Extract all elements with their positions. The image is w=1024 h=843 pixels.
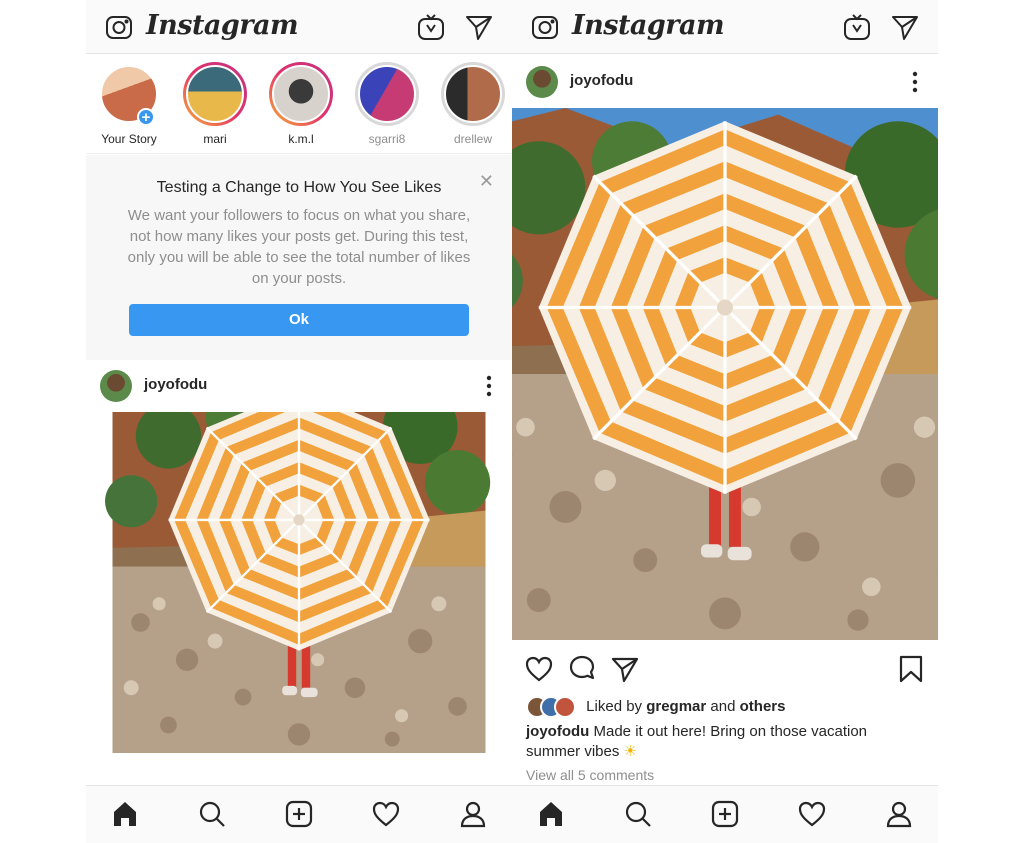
story-name: sgarri8	[368, 132, 406, 146]
direct-message-icon[interactable]	[890, 12, 920, 42]
story-ring	[183, 62, 247, 126]
liker-avatars[interactable]	[526, 696, 576, 718]
story-ring	[269, 62, 333, 126]
notice-body: We want your followers to focus on what …	[127, 207, 471, 287]
story-name: mari	[203, 132, 227, 146]
post-actions	[512, 642, 938, 694]
story-kml[interactable]: k.m.l	[261, 62, 341, 146]
add-post-icon[interactable]	[284, 799, 314, 829]
home-icon[interactable]	[110, 799, 140, 829]
add-story-icon[interactable]: +	[137, 108, 155, 126]
story-name: Your Story	[101, 132, 157, 146]
post-avatar[interactable]	[100, 370, 132, 402]
story-avatar	[272, 65, 330, 123]
heart-icon[interactable]	[524, 654, 554, 684]
liked-by-prefix: Liked by	[586, 697, 643, 715]
comment-icon[interactable]	[567, 654, 597, 684]
liked-by-others[interactable]: others	[740, 698, 786, 715]
bottom-nav	[86, 785, 512, 843]
direct-message-icon[interactable]	[464, 12, 494, 42]
story-name: drellew	[453, 132, 492, 146]
sun-emoji-icon: ☀	[623, 743, 637, 760]
story-sgarri8[interactable]: sgarri8	[347, 62, 427, 146]
story-mari[interactable]: mari	[175, 62, 255, 146]
igtv-icon[interactable]	[416, 12, 446, 42]
story-name: k.m.l	[288, 132, 314, 146]
search-icon[interactable]	[623, 799, 653, 829]
search-icon[interactable]	[197, 799, 227, 829]
caption-username[interactable]: joyofodu	[526, 723, 589, 740]
more-options-icon[interactable]	[912, 70, 918, 94]
activity-heart-icon[interactable]	[797, 799, 827, 829]
camera-icon[interactable]	[530, 12, 560, 42]
likes-test-notice: ✕ Testing a Change to How You See Likes …	[86, 155, 512, 360]
share-icon[interactable]	[610, 654, 640, 684]
close-icon[interactable]: ✕	[479, 171, 494, 192]
story-drellew[interactable]: drellew	[433, 62, 512, 146]
post-photo[interactable]	[512, 108, 938, 640]
camera-icon[interactable]	[104, 12, 134, 42]
post-header: joyofodu	[512, 56, 938, 108]
story-avatar	[444, 65, 502, 123]
bottom-nav	[512, 785, 938, 843]
story-avatar	[186, 65, 244, 123]
profile-icon[interactable]	[458, 799, 488, 829]
add-post-icon[interactable]	[710, 799, 740, 829]
post-username[interactable]: joyofodu	[144, 376, 207, 393]
post-header: joyofodu	[86, 360, 512, 412]
post-photo[interactable]	[86, 412, 512, 785]
story-ring	[441, 62, 505, 126]
post-avatar[interactable]	[526, 66, 558, 98]
stories-tray: + Your Story mari k.m.l sgarri8 drellew	[86, 54, 512, 154]
story-your-story[interactable]: + Your Story	[89, 62, 169, 146]
liked-by-and: and	[710, 697, 736, 715]
profile-icon[interactable]	[884, 799, 914, 829]
app-logo: Instagram	[146, 10, 299, 41]
notice-title: Testing a Change to How You See Likes	[156, 179, 442, 196]
top-bar: Instagram	[86, 0, 512, 54]
bookmark-icon[interactable]	[896, 654, 926, 684]
liked-by-line: Liked by gregmar and others	[526, 696, 785, 718]
igtv-icon[interactable]	[842, 12, 872, 42]
phone-screen-feed-with-notice: Instagram + Your Story mari k.m.l sgarri…	[86, 0, 512, 843]
liker-avatar	[554, 696, 576, 718]
activity-heart-icon[interactable]	[371, 799, 401, 829]
home-icon[interactable]	[536, 799, 566, 829]
view-comments-link[interactable]: View all 5 comments	[526, 767, 654, 783]
ok-button[interactable]: Ok	[129, 304, 469, 336]
story-avatar	[358, 65, 416, 123]
post-username[interactable]: joyofodu	[570, 72, 633, 89]
story-ring	[355, 62, 419, 126]
post-caption: joyofodu Made it out here! Bring on thos…	[526, 722, 898, 762]
more-options-icon[interactable]	[486, 374, 492, 398]
top-bar: Instagram	[512, 0, 938, 54]
phone-screen-post-detail: Instagram joyofodu Liked by gregmar and …	[512, 0, 938, 843]
app-logo: Instagram	[572, 10, 725, 41]
liked-by-user[interactable]: gregmar	[646, 698, 706, 715]
